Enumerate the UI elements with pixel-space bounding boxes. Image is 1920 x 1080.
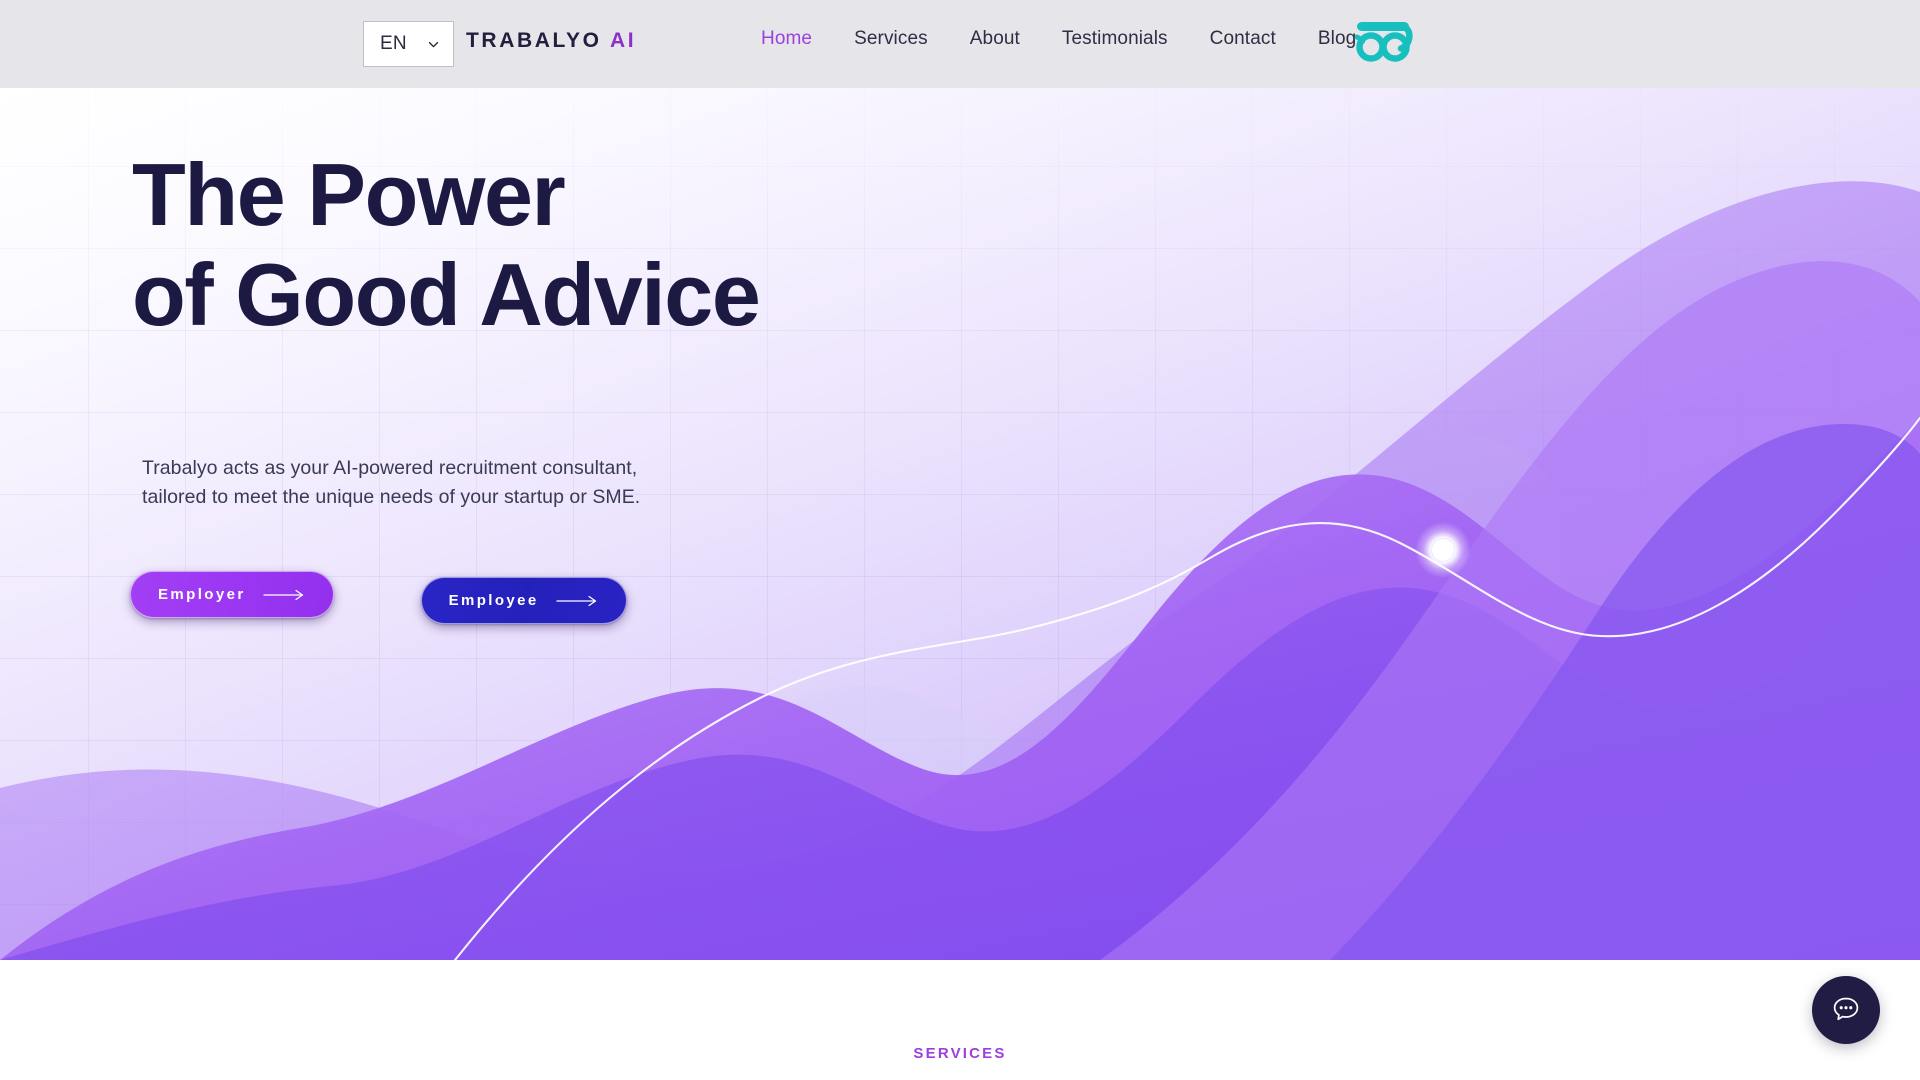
employee-button-label: Employee xyxy=(448,592,539,609)
employer-button-label: Employer xyxy=(158,586,246,603)
employee-button[interactable]: Employee xyxy=(420,577,627,624)
brand-name: TRABALYO xyxy=(466,29,602,52)
nav-item-about[interactable]: About xyxy=(949,28,1041,50)
chat-bubble-icon xyxy=(1830,992,1862,1029)
language-selector[interactable]: EN xyxy=(363,21,454,67)
nav-item-home[interactable]: Home xyxy=(740,28,833,50)
page-title: The Power of Good Advice xyxy=(132,145,761,344)
hero-content: The Power of Good Advice Trabalyo acts a… xyxy=(0,88,1920,960)
employer-button[interactable]: Employer xyxy=(130,571,334,618)
main-navigation: Home Services About Testimonials Contact… xyxy=(740,28,1377,50)
arrow-right-icon xyxy=(555,595,600,607)
chevron-down-icon xyxy=(427,38,440,51)
brand-suffix: AI xyxy=(609,29,637,52)
nav-item-services[interactable]: Services xyxy=(833,28,949,50)
hero-cta-row: Employer Employee xyxy=(130,571,627,624)
language-selector-value: EN xyxy=(380,33,407,54)
arrow-right-icon xyxy=(262,589,307,601)
services-eyebrow: SERVICES xyxy=(913,1045,1007,1062)
chat-widget-button[interactable] xyxy=(1812,976,1880,1044)
hero-section: The Power of Good Advice Trabalyo acts a… xyxy=(0,88,1920,960)
services-section xyxy=(0,960,1920,1080)
nav-item-testimonials[interactable]: Testimonials xyxy=(1041,28,1189,50)
site-header: EN TRABALYO AI Home Services About Testi… xyxy=(0,0,1920,88)
nav-item-contact[interactable]: Contact xyxy=(1189,28,1297,50)
trabalyo-glasses-logo-icon[interactable] xyxy=(1352,16,1414,64)
hero-subhead: Trabalyo acts as your AI-powered recruit… xyxy=(142,457,641,508)
brand-wordmark[interactable]: TRABALYO AI xyxy=(466,29,636,53)
